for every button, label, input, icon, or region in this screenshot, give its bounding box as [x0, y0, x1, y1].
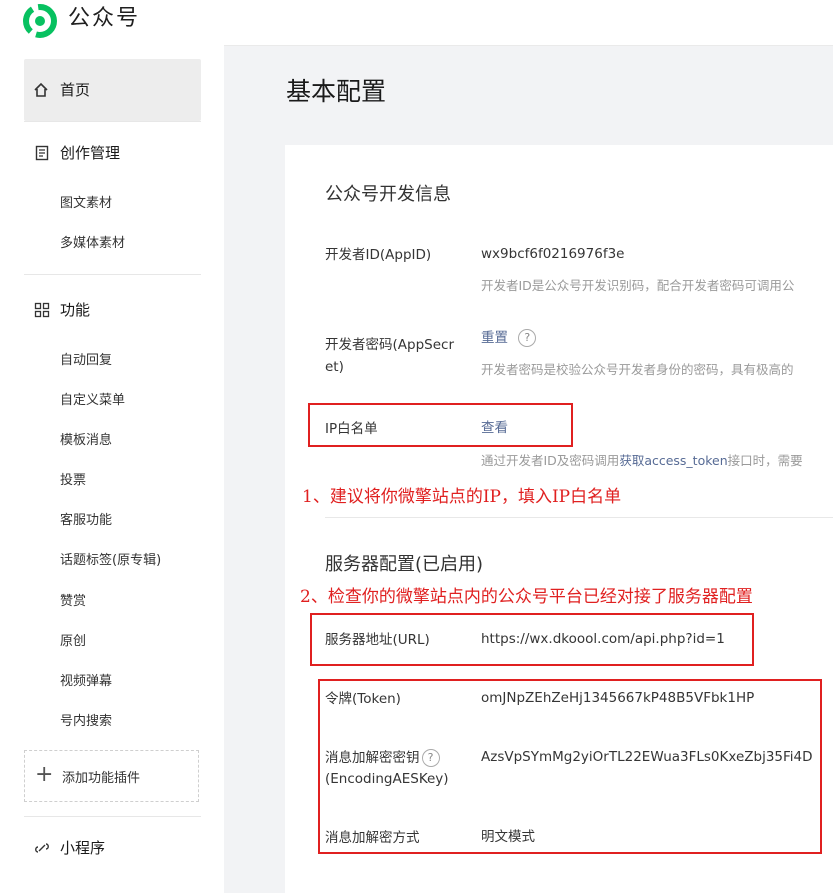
server-config-title: 服务器配置(已启用)	[325, 554, 484, 575]
annotation-note-1: 1、建议将你微擎站点的IP，填入IP白名单	[302, 487, 622, 507]
appid-label: 开发者ID(AppID)	[325, 247, 432, 263]
sidebar-item-vote[interactable]: 投票	[60, 472, 86, 490]
access-token-link[interactable]: 获取access_token	[619, 453, 727, 468]
grid-icon	[34, 302, 50, 318]
sidebar-item-original[interactable]: 原创	[60, 633, 86, 651]
ip-whitelist-hint: 通过开发者ID及密码调用获取access_token接口时，需要	[481, 452, 803, 470]
sidebar-miniprogram-label: 小程序	[60, 839, 106, 857]
sidebar-item-image-text[interactable]: 图文素材	[60, 195, 112, 213]
brand-name: 公众号	[68, 6, 141, 31]
appsecret-hint: 开发者密码是校验公众号开发者身份的密码，具有极高的	[481, 362, 794, 377]
sidebar-home-label: 首页	[60, 81, 91, 99]
ip-hint-text-tail: 接口时，需要	[727, 453, 803, 468]
wechat-official-account-logo-icon[interactable]	[22, 3, 58, 39]
ip-hint-text: 通过开发者ID及密码调用	[481, 453, 620, 468]
sidebar-features-label: 功能	[60, 301, 91, 319]
sidebar-item-video-danmaku[interactable]: 视频弹幕	[60, 673, 112, 691]
sidebar-divider	[24, 816, 201, 817]
sidebar-item-topic-tags[interactable]: 话题标签(原专辑)	[60, 552, 161, 570]
sidebar-item-in-account-search[interactable]: 号内搜索	[60, 713, 112, 731]
sidebar-item-home[interactable]: 首页	[24, 59, 201, 121]
add-plugin-button[interactable]: + 添加功能插件	[24, 750, 199, 802]
sidebar-divider	[24, 274, 201, 275]
sidebar-item-multimedia[interactable]: 多媒体素材	[60, 235, 125, 253]
help-question-icon[interactable]: ?	[518, 329, 537, 347]
miniprogram-link-icon	[35, 843, 49, 853]
appid-hint: 开发者ID是公众号开发识别码，配合开发者密码可调用公	[481, 278, 795, 293]
dev-info-title: 公众号开发信息	[325, 184, 451, 205]
ip-whitelist-highlight-box	[308, 403, 573, 447]
sidebar-item-auto-reply[interactable]: 自动回复	[60, 352, 112, 370]
section-divider	[325, 517, 833, 518]
sidebar-divider	[24, 121, 201, 122]
appsecret-label: 开发者密码(AppSecret)	[325, 337, 454, 375]
appid-value: wx9bcf6f0216976f3e	[481, 246, 625, 262]
sidebar-item-reward[interactable]: 赞赏	[60, 593, 86, 611]
top-bar: 公众号	[0, 0, 833, 45]
annotation-note-2: 2、检查你的微擎站点内的公众号平台已经对接了服务器配置	[300, 587, 753, 607]
add-plugin-label: 添加功能插件	[62, 771, 141, 786]
token-aes-highlight-box	[318, 679, 822, 854]
document-icon	[35, 145, 49, 161]
server-url-highlight-box	[310, 613, 754, 666]
sidebar-item-custom-menu[interactable]: 自定义菜单	[60, 392, 125, 410]
sidebar-item-customer-service[interactable]: 客服功能	[60, 512, 112, 530]
page-title: 基本配置	[286, 77, 387, 106]
sidebar-creation-label: 创作管理	[60, 144, 121, 162]
reset-secret-link[interactable]: 重置	[481, 330, 508, 346]
home-icon	[34, 82, 48, 97]
sidebar-item-template-message[interactable]: 模板消息	[60, 432, 112, 450]
plus-icon: +	[35, 762, 54, 787]
sidebar: 首页 创作管理 图文素材 多媒体素材 功能 自动回复 自定义菜单 模板消息 投票…	[0, 45, 224, 893]
